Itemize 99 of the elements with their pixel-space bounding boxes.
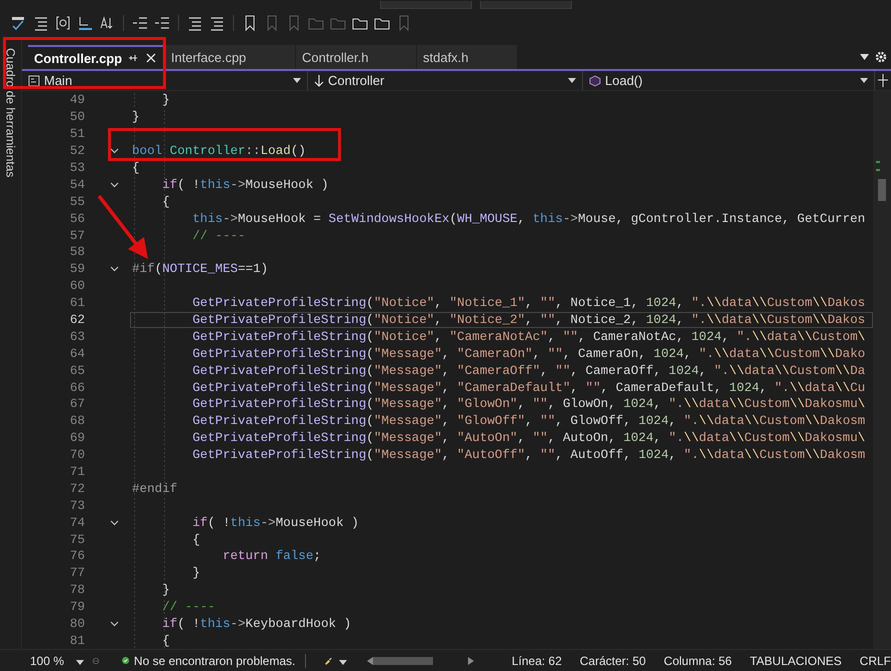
collapse-chevron-icon[interactable]	[110, 520, 119, 526]
column-indicator[interactable]: Columna: 56	[664, 654, 732, 668]
collapse-chevron-icon[interactable]	[110, 266, 119, 272]
code-line: this->MouseHook = SetWindowsHookEx(WH_MOUSE, this->Mouse, gController.Instance, GetCurren	[191, 212, 866, 226]
split-icon[interactable]	[875, 71, 891, 90]
code-line: // ----	[161, 600, 216, 614]
caret-icon	[568, 78, 576, 83]
character-indicator[interactable]: Carácter: 50	[580, 654, 646, 668]
braces-icon[interactable]	[54, 14, 72, 32]
caret-icon	[293, 78, 301, 83]
code-line: {	[191, 532, 200, 547]
line-number: 68	[68, 414, 85, 428]
line-number: 54	[68, 178, 85, 192]
line-number: 53	[68, 161, 85, 175]
line-number: 75	[68, 532, 85, 547]
code-line: if( !this->KeyboardHook )	[161, 617, 352, 632]
down-arrow-icon	[314, 74, 324, 86]
code-line: }	[161, 583, 170, 598]
code-line: // ----	[191, 228, 246, 243]
code-line: }	[161, 93, 170, 108]
scroll-right-icon[interactable]	[468, 656, 474, 664]
line-number: 81	[68, 634, 85, 648]
line-number: 64	[68, 346, 85, 361]
close-icon[interactable]	[146, 53, 156, 63]
collapse-chevron-icon[interactable]	[110, 182, 119, 188]
line-number: 61	[68, 296, 85, 310]
code-line: if( !this->MouseHook )	[191, 516, 359, 530]
line-ending[interactable]: CRLF	[860, 654, 891, 668]
code-line: #if(NOTICE_MES==1)	[132, 262, 268, 276]
check-icon	[122, 654, 129, 667]
caret-icon	[860, 78, 868, 83]
code-line: GetPrivateProfileString("Message", "AutoOn", "", AutoOn, 1024, ".\\data\\Custom\\Dakosmu\	[191, 431, 866, 446]
code-line: }	[132, 110, 140, 124]
line-number: 49	[68, 93, 85, 108]
collapse-chevron-icon[interactable]	[110, 148, 119, 154]
caret-icon	[76, 660, 84, 664]
line-number: 79	[68, 600, 85, 614]
line-number: 66	[68, 380, 85, 395]
line-number: 71	[68, 465, 85, 480]
line-number: 74	[68, 516, 85, 530]
file-tab[interactable]: stdafx.h	[417, 45, 517, 69]
line-indicator[interactable]: Línea: 62	[512, 654, 562, 668]
vertical-scrollbar[interactable]	[873, 91, 891, 650]
line-number: 50	[68, 110, 85, 124]
code-line: {	[132, 161, 140, 175]
line-number: 67	[68, 397, 85, 412]
file-tab[interactable]: Interface.cpp	[165, 45, 295, 69]
code-line: #endif	[132, 482, 178, 496]
horizontal-scrollbar[interactable]	[366, 654, 474, 666]
toolbox-tab[interactable]: Cuadro de herramientas	[4, 45, 18, 178]
code-line: GetPrivateProfileString("Notice", "CameraNotAc", "", CameraNotAc, 1024, ".\\data\\Custom\	[191, 330, 866, 344]
code-line: if( !this->MouseHook )	[161, 178, 329, 192]
project-icon	[28, 74, 40, 86]
file-tab[interactable]: Controller.h	[296, 45, 416, 69]
member-dropdown[interactable]: Load()	[583, 71, 875, 90]
line-number: 55	[68, 194, 85, 209]
caret-icon	[338, 660, 347, 664]
code-line: GetPrivateProfileString("Message", "CameraDefault", "", CameraDefault, 1024, ".\\data\\Cu	[191, 380, 866, 395]
settings-icon[interactable]	[875, 51, 887, 63]
line-number: 76	[68, 549, 85, 564]
line-number: 65	[68, 364, 85, 378]
line-number: 57	[68, 228, 85, 243]
line-number: 56	[68, 212, 85, 226]
line-number: 69	[68, 431, 85, 446]
line-number: 73	[68, 498, 85, 513]
code-line: GetPrivateProfileString("Notice", "Notice_2", "", Notice_2, 1024, ".\\data\\Custom\\Dakos	[191, 313, 866, 328]
line-number: 51	[68, 127, 85, 142]
line-number: 70	[68, 448, 85, 462]
line-number: 63	[68, 330, 85, 344]
line-number: 77	[68, 566, 85, 580]
caret-icon[interactable]	[860, 54, 869, 60]
project-dropdown[interactable]: Main	[22, 71, 308, 90]
code-line: {	[161, 194, 170, 209]
line-number: 60	[68, 279, 85, 294]
pin-icon[interactable]	[128, 53, 138, 63]
code-line: GetPrivateProfileString("Message", "CameraOn", "", CameraOn, 1024, ".\\data\\Custom\\Dako	[191, 346, 866, 361]
code-line: }	[191, 566, 200, 580]
code-line: GetPrivateProfileString("Notice", "Notice_1", "", Notice_1, 1024, ".\\data\\Custom\\Dakos	[191, 296, 866, 310]
zoom-level[interactable]: 100 %	[30, 654, 64, 668]
line-number: 78	[68, 583, 85, 598]
line-number: 62	[68, 313, 85, 328]
collapse-chevron-icon[interactable]	[110, 621, 119, 628]
code-line: GetPrivateProfileString("Message", "GlowOff", "", GlowOff, 1024, ".\\data\\Custom\\Dakosm	[191, 414, 866, 428]
code-line: bool Controller::Load()	[132, 144, 306, 158]
code-line: {	[161, 634, 170, 648]
code-line: GetPrivateProfileString("Message", "GlowOn", "", GlowOn, 1024, ".\\data\\Custom\\Dakosmu\	[191, 397, 866, 412]
line-number: 80	[68, 617, 85, 632]
indentation-mode[interactable]: TABULACIONES	[750, 654, 842, 668]
file-tab[interactable]: Controller.cpp	[28, 45, 164, 69]
cube-icon	[589, 74, 601, 86]
issues-status[interactable]: No se encontraron problemas.	[134, 654, 296, 668]
code-line: return false;	[222, 549, 321, 564]
code-line: GetPrivateProfileString("Message", "CameraOff", "", CameraOff, 1024, ".\\data\\Custom\\Da	[191, 364, 866, 378]
line-number: 58	[68, 245, 85, 260]
code-line: GetPrivateProfileString("Message", "AutoOff", "", AutoOff, 1024, ".\\data\\Custom\\Dakosm	[191, 448, 866, 462]
line-number: 72	[68, 482, 85, 496]
line-number: 59	[68, 262, 85, 276]
line-number: 52	[68, 144, 85, 158]
scope-dropdown[interactable]: Controller	[308, 71, 583, 90]
